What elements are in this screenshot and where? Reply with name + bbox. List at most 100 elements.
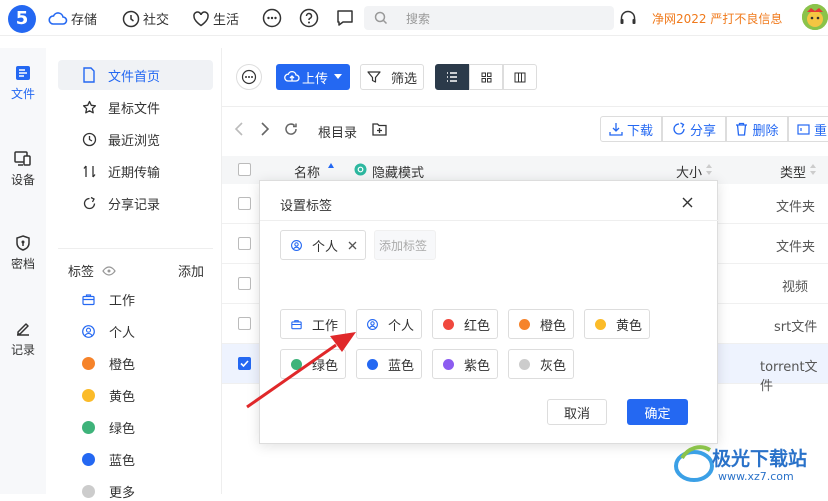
column-size[interactable]: 大小 (676, 162, 702, 181)
edit-icon (17, 323, 29, 336)
nav-social[interactable]: 社交 (122, 9, 169, 28)
row-type: torrent文件 (760, 360, 818, 394)
tag-option-gray[interactable]: 灰色 (508, 349, 574, 379)
cancel-button[interactable]: 取消 (547, 399, 607, 425)
more-options-button[interactable] (236, 64, 262, 90)
color-dot (595, 318, 606, 330)
color-dot (519, 318, 530, 330)
tag-option-blue[interactable]: 蓝色 (356, 349, 422, 379)
caret-down-icon (334, 74, 342, 79)
document-icon (83, 67, 95, 83)
top-bar: 5 存储 社交 生活 搜索 净网2022 严打不良信息 (0, 0, 828, 36)
leftnav-records[interactable]: 记录 (0, 320, 46, 358)
forward-icon[interactable] (260, 122, 270, 136)
list-view-button[interactable] (435, 64, 469, 90)
sort-icon[interactable] (810, 164, 816, 175)
sidebar-item-home[interactable]: 文件首页 (58, 60, 213, 90)
eye-icon[interactable] (102, 265, 116, 276)
color-dot (82, 421, 95, 434)
selected-tag-personal[interactable]: 个人 (280, 230, 366, 260)
promo-text[interactable]: 净网2022 严打不良信息 (652, 10, 782, 27)
select-all-checkbox[interactable] (238, 163, 251, 176)
tag-option-orange[interactable]: 橙色 (508, 309, 574, 339)
app-logo[interactable]: 5 (8, 5, 36, 33)
refresh-icon[interactable] (284, 122, 298, 136)
search-bar[interactable]: 搜索 (364, 6, 614, 30)
leftnav-files[interactable]: 文件 (0, 64, 46, 102)
tags-add-button[interactable]: 添加 (178, 261, 204, 280)
transfer-icon (83, 165, 96, 177)
tag-option-personal[interactable]: 个人 (356, 309, 422, 339)
tag-work[interactable]: 工作 (82, 290, 135, 309)
tag-option-yellow[interactable]: 黄色 (584, 309, 650, 339)
tag-more[interactable]: 更多 (82, 482, 135, 501)
upload-button[interactable]: 上传 (276, 64, 350, 90)
message-icon[interactable] (335, 8, 355, 28)
delete-button[interactable]: 删除 (726, 116, 788, 142)
sidebar-item-recent[interactable]: 最近浏览 (58, 124, 213, 154)
shield-icon (16, 235, 30, 251)
star-icon (82, 100, 97, 113)
more-icon[interactable] (262, 8, 282, 28)
close-icon[interactable] (682, 197, 693, 208)
grid-view-button[interactable] (469, 64, 503, 90)
clock-icon (122, 10, 140, 27)
avatar-image (802, 4, 828, 30)
leftnav-vault[interactable]: 密档 (0, 234, 46, 272)
columns-icon (514, 72, 526, 82)
back-icon[interactable] (234, 122, 244, 136)
tag-option-purple[interactable]: 紫色 (432, 349, 498, 379)
help-icon[interactable] (299, 8, 319, 28)
sort-asc-icon[interactable] (328, 163, 334, 169)
search-input[interactable]: 搜索 (406, 10, 430, 27)
row-checkbox[interactable] (238, 317, 251, 330)
column-view-button[interactable] (503, 64, 537, 90)
row-checkbox[interactable] (238, 277, 251, 290)
hidden-mode-toggle[interactable]: 隐藏模式 (372, 162, 424, 181)
tag-option-work[interactable]: 工作 (280, 309, 346, 339)
breadcrumb[interactable]: 根目录 (318, 122, 357, 141)
hidden-mode-icon (354, 163, 367, 176)
briefcase-icon (82, 294, 95, 306)
sidebar-item-share[interactable]: 分享记录 (58, 188, 213, 218)
tag-orange[interactable]: 橙色 (82, 354, 135, 373)
tag-green[interactable]: 绿色 (82, 418, 135, 437)
nav-life[interactable]: 生活 (192, 9, 239, 28)
history-icon (82, 132, 97, 146)
rename-button[interactable]: 重 (788, 116, 828, 142)
tag-personal[interactable]: 个人 (82, 322, 135, 341)
sidebar: 文件首页 星标文件 最近浏览 近期传输 分享记录 标签 添加 工作 个人 橙色 … (46, 48, 222, 501)
share-button[interactable]: 分享 (662, 116, 726, 142)
new-folder-icon[interactable] (372, 122, 387, 136)
filter-icon (367, 71, 381, 83)
nav-storage[interactable]: 存储 (48, 9, 97, 28)
sidebar-item-starred[interactable]: 星标文件 (58, 92, 213, 122)
headset-icon[interactable] (618, 8, 638, 28)
avatar[interactable] (802, 4, 828, 30)
row-checkbox[interactable] (238, 197, 251, 210)
download-button[interactable]: 下载 (600, 116, 662, 142)
tag-blue[interactable]: 蓝色 (82, 450, 135, 469)
leftnav-devices[interactable]: 设备 (0, 150, 46, 188)
grid-icon (481, 72, 491, 82)
sidebar-item-transfer[interactable]: 近期传输 (58, 156, 213, 186)
tag-yellow[interactable]: 黄色 (82, 386, 135, 405)
filter-button[interactable]: 筛选 (360, 64, 424, 90)
tag-option-green[interactable]: 绿色 (280, 349, 346, 379)
remove-tag-icon[interactable] (348, 241, 357, 250)
person-icon (82, 325, 95, 338)
column-name[interactable]: 名称 (294, 162, 320, 181)
watermark-text: 极光下载站 (712, 448, 808, 470)
row-checkbox[interactable] (238, 237, 251, 250)
sort-icon[interactable] (706, 164, 712, 175)
column-type[interactable]: 类型 (780, 162, 806, 181)
color-dot (82, 389, 95, 402)
color-dot (82, 485, 95, 498)
confirm-button[interactable]: 确定 (627, 399, 688, 425)
person-icon (367, 318, 378, 330)
add-tag-input[interactable]: 添加标签 (374, 230, 436, 260)
color-dot (82, 357, 95, 370)
tag-option-red[interactable]: 红色 (432, 309, 498, 339)
rename-icon (797, 123, 810, 135)
row-checkbox-checked[interactable] (238, 357, 251, 370)
